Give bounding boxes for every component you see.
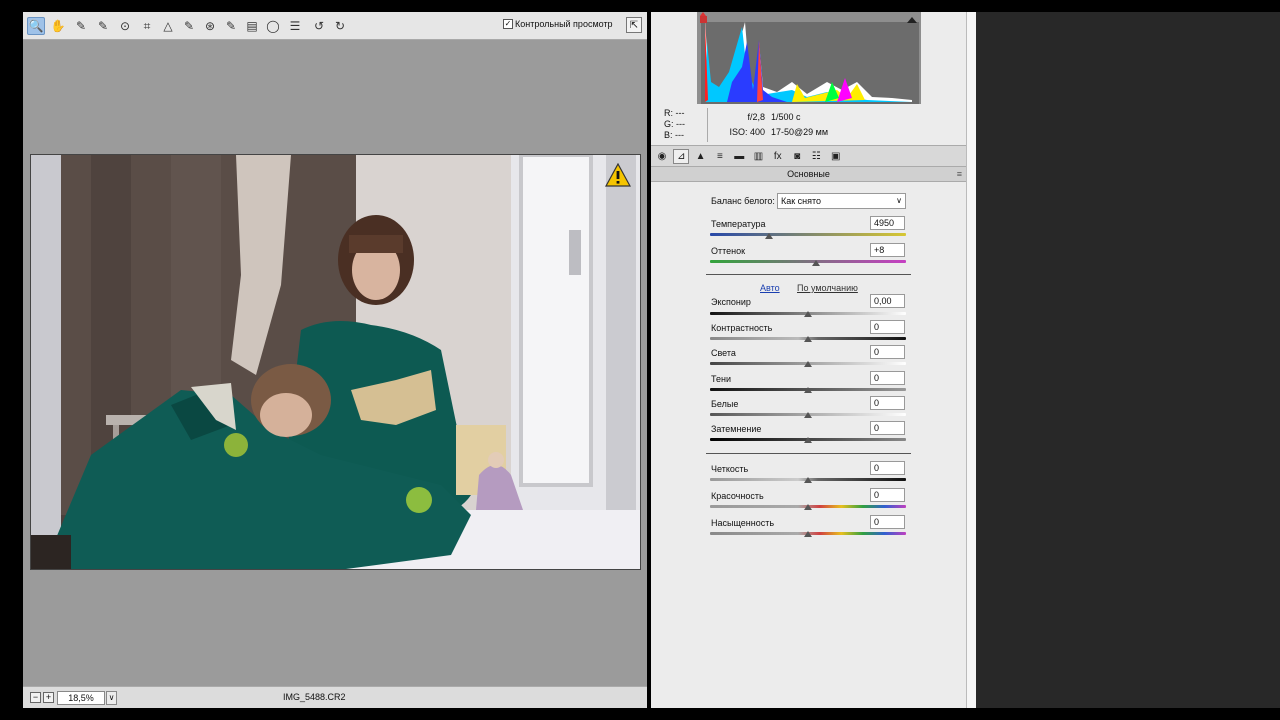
contrast-field[interactable]: 0 xyxy=(870,320,905,334)
zoom-level-field[interactable]: 18,5% xyxy=(57,691,105,705)
detail-icon[interactable]: ▲ xyxy=(693,149,709,164)
graduated-filter-icon[interactable]: ▤ xyxy=(243,17,261,35)
temperature-thumb[interactable] xyxy=(765,233,773,239)
filename-label: IMG_5488.CR2 xyxy=(283,692,346,702)
exposure-thumb[interactable] xyxy=(804,311,812,317)
red-eye-icon[interactable]: ⊛ xyxy=(201,17,219,35)
zoom-icon[interactable]: 🔍 xyxy=(27,17,45,35)
radial-filter-icon[interactable]: ◯ xyxy=(264,17,282,35)
panel-scrollbar[interactable] xyxy=(966,12,976,708)
panel-menu-icon[interactable]: ≡ xyxy=(957,167,962,181)
temperature-field[interactable]: 4950 xyxy=(870,216,905,230)
shadows-label: Тени xyxy=(711,374,731,384)
exposure-field[interactable]: 0,00 xyxy=(870,294,905,308)
white-balance-icon[interactable]: ✎ xyxy=(72,17,90,35)
preview-label: Контрольный просмотр xyxy=(515,19,613,29)
shutter-value: 1/500 с xyxy=(771,112,801,122)
snapshots-icon[interactable]: ▣ xyxy=(828,149,844,164)
blacks-thumb[interactable] xyxy=(804,437,812,443)
shadows-thumb[interactable] xyxy=(804,387,812,393)
clarity-field[interactable]: 0 xyxy=(870,461,905,475)
rotate-left-icon[interactable]: ↺ xyxy=(310,17,328,35)
preferences-icon[interactable]: ☰ xyxy=(286,17,304,35)
whites-field[interactable]: 0 xyxy=(870,396,905,410)
tint-thumb[interactable] xyxy=(812,260,820,266)
tint-slider[interactable] xyxy=(710,260,906,263)
zoom-in-button[interactable]: + xyxy=(43,692,54,703)
empty-area xyxy=(976,12,1280,708)
section-header: Основные ≡ xyxy=(651,167,966,182)
crop-icon[interactable]: ⌗ xyxy=(138,17,156,35)
clarity-thumb[interactable] xyxy=(804,477,812,483)
exposure-label: Экспонир xyxy=(711,297,751,307)
clarity-label: Четкость xyxy=(711,464,749,474)
contrast-thumb[interactable] xyxy=(804,336,812,342)
blacks-field[interactable]: 0 xyxy=(870,421,905,435)
fx-icon[interactable]: fx xyxy=(770,149,786,164)
whites-thumb[interactable] xyxy=(804,412,812,418)
rgb-readout: R: --- G: --- B: --- xyxy=(664,108,686,140)
presets-icon[interactable]: ☷ xyxy=(808,149,824,164)
targeted-adjust-icon[interactable]: ⊙ xyxy=(116,17,134,35)
auto-link[interactable]: Авто xyxy=(760,283,780,293)
highlights-thumb[interactable] xyxy=(804,361,812,367)
tone-curve-icon[interactable]: ⊿ xyxy=(673,149,690,164)
basic-icon[interactable]: ◉ xyxy=(654,149,670,164)
shadows-field[interactable]: 0 xyxy=(870,371,905,385)
tint-label: Оттенок xyxy=(711,246,746,256)
zoom-out-button[interactable]: − xyxy=(30,692,41,703)
panel-tab-bar: ◉ ⊿ ▲ ≡ ▬ ▥ fx ◙ ☷ ▣ xyxy=(651,145,966,167)
vibrance-field[interactable]: 0 xyxy=(870,488,905,502)
adjust-brush-icon[interactable]: ✎ xyxy=(222,17,240,35)
vibrance-thumb[interactable] xyxy=(804,504,812,510)
tool-bar: 🔍 ✋ ✎ ✎ ⊙ ⌗ △ ✎ ⊛ ✎ ▤ ◯ ☰ ↺ ↻ ✓ Контрольный просмотр ⇱ xyxy=(23,12,647,40)
status-bar: − + 18,5% ∨ IMG_5488.CR2 xyxy=(23,686,647,708)
hand-icon[interactable]: ✋ xyxy=(49,17,67,35)
divider xyxy=(706,453,911,454)
aperture-value: f/2,8 xyxy=(747,112,765,122)
spot-removal-icon[interactable]: ✎ xyxy=(180,17,198,35)
histogram xyxy=(697,12,921,104)
section-title: Основные xyxy=(787,169,830,179)
chevron-down-icon: ∨ xyxy=(896,196,902,205)
temperature-label: Температура xyxy=(711,219,766,229)
temperature-slider[interactable] xyxy=(710,233,906,236)
saturation-label: Насыщенность xyxy=(711,518,775,528)
split-toning-icon[interactable]: ▬ xyxy=(731,149,747,164)
saturation-thumb[interactable] xyxy=(804,531,812,537)
blacks-label: Затемнение xyxy=(711,424,762,434)
whites-label: Белые xyxy=(711,399,739,409)
vibrance-label: Красочность xyxy=(711,491,764,501)
highlight-clipping-warning-icon[interactable] xyxy=(604,162,632,187)
default-link[interactable]: По умолчанию xyxy=(797,283,858,293)
fullscreen-icon[interactable]: ⇱ xyxy=(626,17,642,33)
exif-info: f/2,8 1/500 с ISO: 400 17-50@29 мм xyxy=(725,110,828,140)
photo-preview[interactable] xyxy=(30,154,641,570)
iso-value: ISO: 400 xyxy=(729,127,765,137)
tint-field[interactable]: +8 xyxy=(870,243,905,257)
wb-label: Баланс белого: xyxy=(711,196,775,206)
lens-value: 17-50@29 мм xyxy=(771,127,829,137)
saturation-field[interactable]: 0 xyxy=(870,515,905,529)
photo-image xyxy=(31,155,640,569)
camera-calibration-icon[interactable]: ◙ xyxy=(789,149,805,164)
rotate-right-icon[interactable]: ↻ xyxy=(331,17,349,35)
preview-checkbox[interactable]: ✓ Контрольный просмотр xyxy=(503,19,613,29)
info-divider xyxy=(707,108,708,142)
lens-icon[interactable]: ▥ xyxy=(751,149,767,164)
zoom-dropdown-button[interactable]: ∨ xyxy=(106,691,117,705)
hsl-icon[interactable]: ≡ xyxy=(712,149,728,164)
checkbox-box[interactable]: ✓ xyxy=(503,19,513,29)
color-sampler-icon[interactable]: ✎ xyxy=(94,17,112,35)
divider xyxy=(706,274,911,275)
highlights-label: Света xyxy=(711,348,736,358)
straighten-icon[interactable]: △ xyxy=(159,17,177,35)
highlights-field[interactable]: 0 xyxy=(870,345,905,359)
white-balance-select[interactable]: Как снято ∨ xyxy=(777,193,906,209)
contrast-label: Контрастность xyxy=(711,323,773,333)
